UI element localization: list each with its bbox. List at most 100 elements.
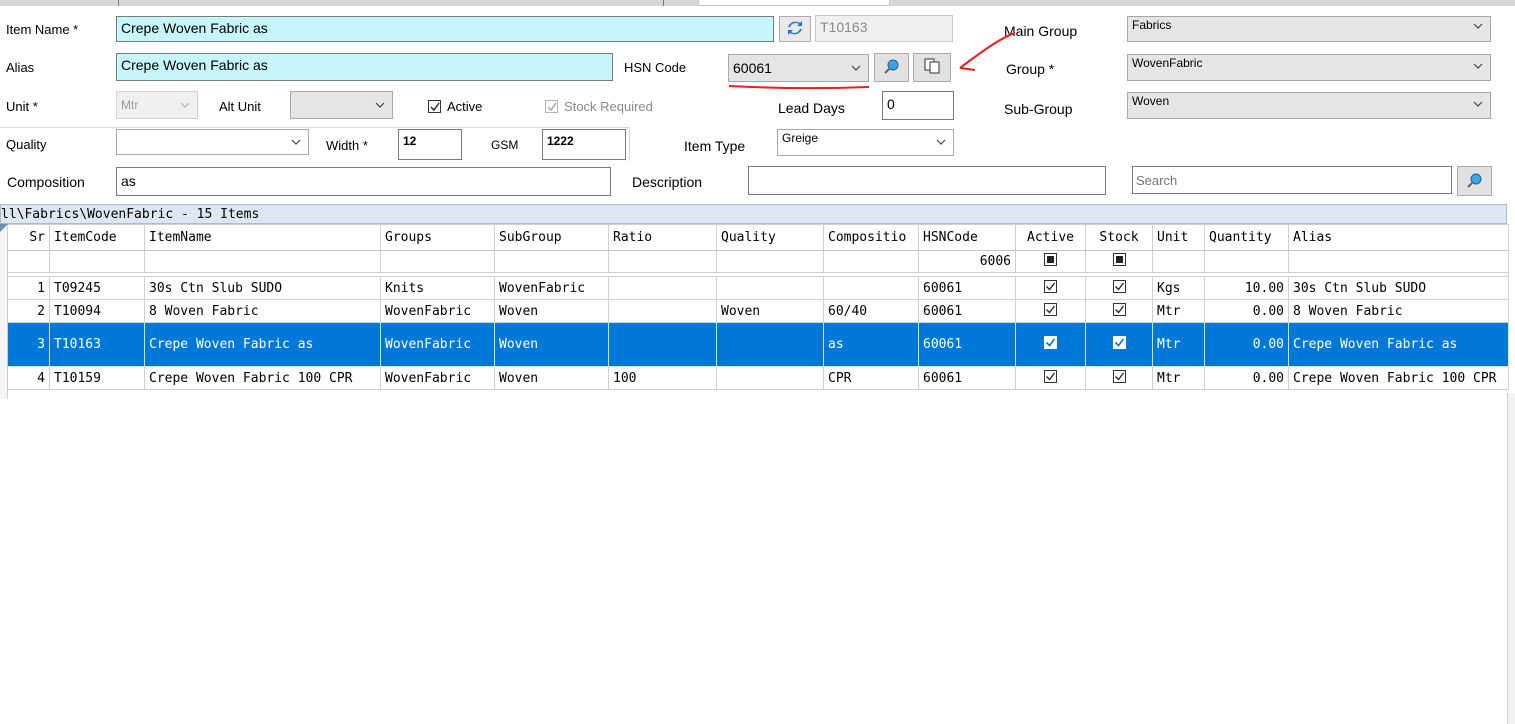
description-label: Description: [632, 174, 703, 190]
column-header[interactable]: Alias: [1288, 224, 1509, 251]
composition-label: Composition: [7, 174, 85, 190]
grid-header-row: Sr ItemCode ItemName Groups SubGroup Rat…: [0, 224, 1509, 251]
grid-group-title: ll\Fabrics\WovenFabric - 15 Items: [0, 204, 1507, 224]
chevron-down-icon: [1472, 20, 1484, 32]
item-code-field: T10163: [815, 15, 953, 42]
filter-cell[interactable]: [144, 250, 381, 273]
cell-active[interactable]: [1015, 299, 1086, 323]
filter-cell[interactable]: [823, 250, 919, 273]
cell-composition: 60/40: [823, 299, 919, 323]
column-header[interactable]: Compositio: [823, 224, 919, 251]
cell-item-name: 30s Ctn Slub SUDO: [144, 276, 381, 300]
lead-days-label: Lead Days: [778, 100, 845, 116]
filter-cell-stock[interactable]: [1085, 250, 1153, 273]
indeterminate-checkbox-icon: [1044, 253, 1057, 270]
filter-cell[interactable]: [1288, 250, 1509, 273]
filter-cell[interactable]: [380, 250, 495, 273]
checkbox-checked-icon: [1044, 336, 1057, 353]
cell-hsn: 60061: [918, 322, 1016, 367]
cell-subgroup: Woven: [494, 322, 609, 367]
cell-ratio: [608, 299, 717, 323]
hsn-code-label: HSN Code: [624, 60, 687, 75]
column-header[interactable]: Ratio: [608, 224, 717, 251]
top-strip-divider: [118, 0, 119, 6]
annotation-underline-icon: [728, 85, 870, 90]
table-row-selected[interactable]: 3 T10163 Crepe Woven Fabric as WovenFabr…: [0, 322, 1509, 367]
alt-unit-select[interactable]: [290, 91, 393, 119]
filter-cell-hsn[interactable]: 6006: [918, 250, 1016, 273]
quality-select[interactable]: [116, 129, 309, 155]
cell-composition: CPR: [823, 366, 919, 390]
column-header[interactable]: SubGroup: [494, 224, 609, 251]
column-header[interactable]: Quantity: [1204, 224, 1289, 251]
column-header[interactable]: HSNCode: [918, 224, 1016, 251]
unit-select[interactable]: Mtr: [116, 91, 198, 119]
column-header[interactable]: ItemName: [144, 224, 381, 251]
width-input[interactable]: 12: [398, 129, 462, 160]
description-input[interactable]: [748, 166, 1106, 195]
cell-subgroup: Woven: [494, 299, 609, 323]
item-type-select[interactable]: Greige: [777, 129, 954, 156]
column-header[interactable]: Unit: [1152, 224, 1205, 251]
cell-item-name: 8 Woven Fabric: [144, 299, 381, 323]
cell-stock[interactable]: [1085, 276, 1153, 300]
table-row[interactable]: 4 T10159 Crepe Woven Fabric 100 CPR Wove…: [0, 366, 1509, 390]
vertical-scrollbar[interactable]: [1507, 393, 1515, 724]
filter-cell[interactable]: [494, 250, 609, 273]
sub-group-label: Sub-Group: [1004, 101, 1073, 117]
stock-required-label: Stock Required: [564, 99, 653, 114]
stock-required-checkbox[interactable]: Stock Required: [545, 99, 653, 114]
filter-cell[interactable]: [608, 250, 717, 273]
filter-cell[interactable]: [1152, 250, 1205, 273]
main-group-select[interactable]: Fabrics: [1127, 16, 1491, 42]
sub-group-select[interactable]: Woven: [1127, 92, 1491, 119]
cell-item-code: T10159: [49, 366, 145, 390]
filter-cell[interactable]: [49, 250, 145, 273]
gsm-input[interactable]: 1222: [542, 129, 626, 160]
cell-stock[interactable]: [1085, 299, 1153, 323]
row-indicator-column: [0, 224, 8, 399]
hsn-lookup-button[interactable]: [874, 53, 909, 82]
column-header[interactable]: Stock: [1085, 224, 1153, 251]
cell-ratio: [608, 276, 717, 300]
column-header[interactable]: Groups: [380, 224, 495, 251]
refresh-button[interactable]: [779, 16, 811, 42]
group-select[interactable]: WovenFabric: [1127, 54, 1491, 81]
cell-quality: [716, 322, 824, 367]
chevron-down-icon: [290, 136, 302, 148]
chevron-down-icon: [1472, 98, 1484, 110]
alias-input[interactable]: Crepe Woven Fabric as: [116, 53, 613, 81]
filter-cell[interactable]: [1204, 250, 1289, 273]
checkbox-checked-icon: [1044, 279, 1057, 297]
copy-button[interactable]: [913, 53, 951, 82]
table-row[interactable]: 1 T09245 30s Ctn Slub SUDO Knits WovenFa…: [0, 276, 1509, 300]
search-button[interactable]: [1457, 166, 1492, 196]
composition-input[interactable]: as: [116, 167, 611, 196]
top-strip-tab[interactable]: [698, 0, 890, 6]
cell-stock[interactable]: [1085, 366, 1153, 390]
cell-stock[interactable]: [1085, 322, 1153, 367]
column-header[interactable]: Quality: [716, 224, 824, 251]
column-header[interactable]: Active: [1015, 224, 1086, 251]
cell-active[interactable]: [1015, 366, 1086, 390]
cell-active[interactable]: [1015, 322, 1086, 367]
active-checkbox[interactable]: Active: [428, 99, 482, 114]
cell-subgroup: Woven: [494, 366, 609, 390]
filter-cell[interactable]: [716, 250, 824, 273]
hsn-code-select[interactable]: 60061: [728, 54, 869, 82]
cell-subgroup: WovenFabric: [494, 276, 609, 300]
column-header[interactable]: ItemCode: [49, 224, 145, 251]
search-input[interactable]: [1132, 166, 1452, 194]
cell-quantity: 0.00: [1204, 366, 1289, 390]
item-name-input[interactable]: Crepe Woven Fabric as: [116, 16, 774, 42]
cell-ratio: [608, 322, 717, 367]
cell-composition: [823, 276, 919, 300]
cell-alias: Crepe Woven Fabric as: [1288, 322, 1509, 367]
filter-cell-active[interactable]: [1015, 250, 1086, 273]
cell-active[interactable]: [1015, 276, 1086, 300]
cell-composition: as: [823, 322, 919, 367]
cell-item-name: Crepe Woven Fabric as: [144, 322, 381, 367]
cell-quantity: 0.00: [1204, 299, 1289, 323]
lead-days-input[interactable]: 0: [882, 91, 954, 120]
table-row[interactable]: 2 T10094 8 Woven Fabric WovenFabric Wove…: [0, 299, 1509, 323]
